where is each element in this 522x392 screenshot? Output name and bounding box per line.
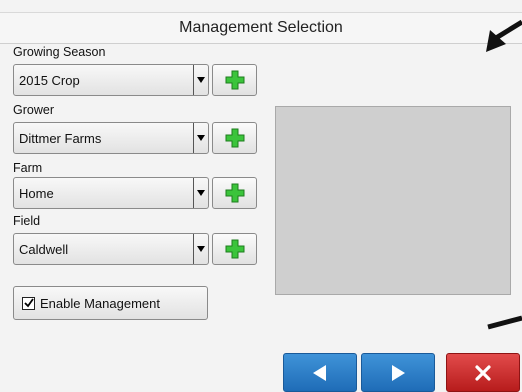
- farm-select[interactable]: Home: [13, 177, 209, 209]
- enable-management-label: Enable Management: [40, 295, 160, 311]
- field-preview-panel: [275, 106, 511, 295]
- grower-select[interactable]: Dittmer Farms: [13, 122, 209, 154]
- add-growing-season-button[interactable]: [212, 64, 257, 96]
- add-field-button[interactable]: [212, 233, 257, 265]
- field-select[interactable]: Caldwell: [13, 233, 209, 265]
- enable-management-checkbox[interactable]: Enable Management: [13, 286, 208, 320]
- growing-season-select[interactable]: 2015 Crop: [13, 64, 209, 96]
- callout-arrow-top-right-icon: [486, 19, 522, 52]
- triangle-down-icon: [193, 178, 208, 208]
- add-grower-button[interactable]: [212, 122, 257, 154]
- growing-season-label: Growing Season: [13, 45, 106, 59]
- plus-icon: [225, 183, 244, 203]
- plus-icon: [225, 70, 244, 90]
- arrow-left-icon: [313, 364, 326, 381]
- forward-button[interactable]: [361, 353, 435, 392]
- plus-icon: [225, 128, 244, 148]
- cancel-button[interactable]: [446, 353, 520, 392]
- farm-label: Farm: [13, 161, 43, 175]
- close-icon: [475, 364, 491, 381]
- triangle-down-icon: [193, 65, 208, 95]
- back-button[interactable]: [283, 353, 357, 392]
- callout-arrow-bottom-right-icon: [487, 315, 522, 330]
- field-value: Caldwell: [19, 241, 69, 257]
- grower-value: Dittmer Farms: [19, 130, 102, 146]
- field-label: Field: [13, 214, 41, 228]
- checkbox-checked-icon: [22, 296, 35, 310]
- plus-icon: [225, 239, 244, 259]
- arrow-right-icon: [392, 364, 405, 381]
- growing-season-value: 2015 Crop: [19, 72, 80, 88]
- farm-value: Home: [19, 185, 54, 201]
- triangle-down-icon: [193, 123, 208, 153]
- triangle-down-icon: [193, 234, 208, 264]
- add-farm-button[interactable]: [212, 177, 257, 209]
- grower-label: Grower: [13, 103, 54, 117]
